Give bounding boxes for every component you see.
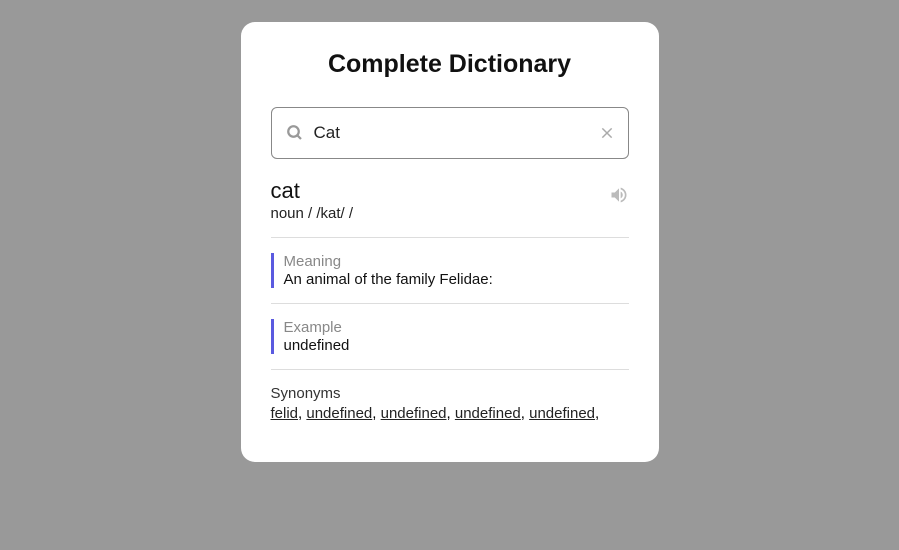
search-box[interactable] bbox=[271, 107, 629, 159]
search-input[interactable] bbox=[304, 123, 600, 143]
divider bbox=[271, 303, 629, 304]
synonyms-section: Synonyms felid, undefined, undefined, un… bbox=[271, 385, 629, 422]
search-icon bbox=[286, 124, 304, 142]
meaning-value: An animal of the family Felidae: bbox=[284, 271, 629, 288]
word-header: cat noun / /kat/ / bbox=[271, 179, 629, 222]
audio-icon[interactable] bbox=[609, 185, 629, 210]
meaning-section: Meaning An animal of the family Felidae: bbox=[271, 253, 629, 288]
synonym-link[interactable]: felid bbox=[271, 405, 299, 422]
divider bbox=[271, 369, 629, 370]
dictionary-card: Complete Dictionary cat noun / /kat/ / bbox=[241, 22, 659, 462]
example-label: Example bbox=[284, 319, 629, 336]
example-section: Example undefined bbox=[271, 319, 629, 354]
synonym-link[interactable]: undefined bbox=[381, 405, 447, 422]
synonym-link[interactable]: undefined bbox=[455, 405, 521, 422]
synonym-link[interactable]: undefined bbox=[306, 405, 372, 422]
meaning-label: Meaning bbox=[284, 253, 629, 270]
synonyms-list: felid, undefined, undefined, undefined, … bbox=[271, 405, 629, 422]
synonym-link[interactable]: undefined bbox=[529, 405, 595, 422]
example-value: undefined bbox=[284, 337, 629, 354]
page-title: Complete Dictionary bbox=[271, 50, 629, 79]
divider bbox=[271, 237, 629, 238]
synonyms-label: Synonyms bbox=[271, 385, 629, 402]
word-title: cat bbox=[271, 179, 354, 203]
word-details: noun / /kat/ / bbox=[271, 205, 354, 222]
clear-icon[interactable] bbox=[600, 126, 614, 140]
